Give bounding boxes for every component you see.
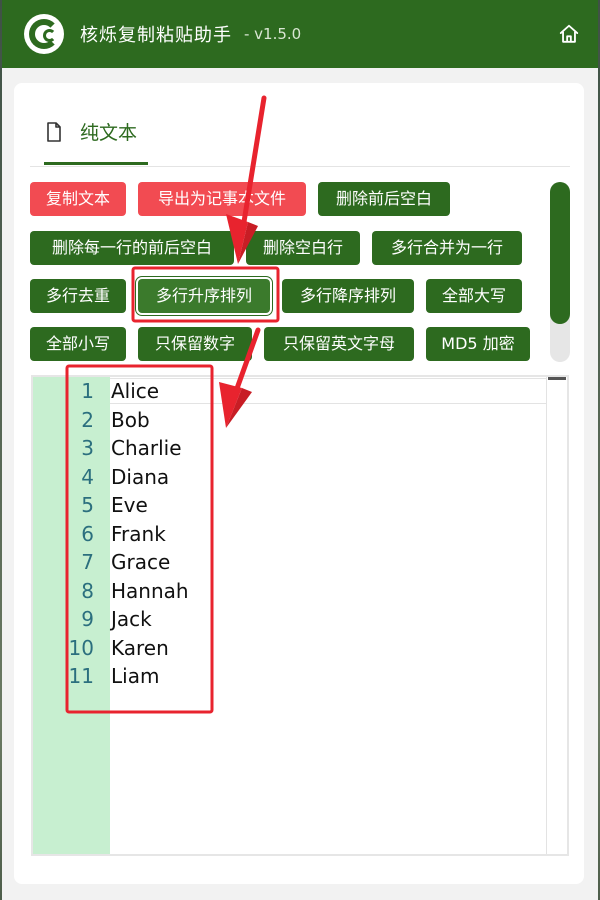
remove-blank-lines-button[interactable]: 删除空白行 [246, 231, 360, 265]
editor-line[interactable]: Diana [111, 463, 169, 491]
line-number: 11 [68, 664, 94, 688]
trim-each-line-button[interactable]: 删除每一行的前后空白 [30, 231, 234, 265]
active-tab-indicator [44, 162, 148, 165]
editor-line[interactable]: Charlie [111, 434, 182, 462]
line-number: 1 [81, 379, 94, 403]
line-number: 2 [81, 407, 94, 432]
line-number: 5 [81, 493, 94, 517]
export-notepad-button[interactable]: 导出为记事本文件 [138, 182, 306, 216]
tab-plain-text[interactable]: 纯文本 [30, 118, 137, 145]
app-title: 核烁复制粘贴助手 [80, 25, 232, 46]
current-line-highlight [110, 378, 566, 404]
sort-ascending-button[interactable]: 多行升序排列 [138, 279, 270, 313]
tab-label: 纯文本 [80, 122, 138, 144]
keep-digits-button[interactable]: 只保留数字 [138, 327, 252, 361]
dedupe-lines-button[interactable]: 多行去重 [30, 279, 126, 313]
line-number: 8 [81, 578, 94, 603]
editor-line[interactable]: Grace [111, 548, 170, 576]
editor-line[interactable]: Alice [111, 377, 159, 405]
document-icon [47, 121, 61, 142]
editor-line[interactable]: Bob [111, 406, 150, 434]
lowercase-button[interactable]: 全部小写 [30, 327, 126, 361]
copy-text-button[interactable]: 复制文本 [30, 182, 126, 216]
editor-scrollbar-thumb[interactable] [548, 377, 566, 380]
line-number: 7 [81, 550, 94, 574]
toolbar-scrollbar-thumb[interactable] [550, 182, 570, 324]
trim-whitespace-button[interactable]: 删除前后空白 [318, 182, 450, 216]
editor-scrollbar[interactable] [546, 377, 567, 854]
editor-line[interactable]: Liam [111, 662, 159, 690]
editor-line[interactable]: Eve [111, 491, 148, 519]
editor-line[interactable]: Jack [111, 605, 152, 633]
tab-divider [30, 166, 570, 167]
editor-line[interactable]: Frank [111, 520, 166, 548]
line-number: 6 [81, 521, 94, 546]
md5-encrypt-button[interactable]: MD5 加密 [426, 327, 530, 361]
editor-line[interactable]: Karen [111, 634, 169, 662]
cc-logo-icon [24, 14, 64, 54]
editor-line[interactable]: Hannah [111, 577, 189, 605]
home-icon[interactable] [558, 23, 580, 45]
sort-descending-button[interactable]: 多行降序排列 [282, 279, 414, 313]
title-bar: 核烁复制粘贴助手 - v1.5.0 [2, 0, 598, 68]
line-number: 10 [68, 635, 94, 660]
merge-lines-button[interactable]: 多行合并为一行 [372, 231, 522, 265]
keep-letters-button[interactable]: 只保留英文字母 [264, 327, 414, 361]
line-number: 4 [81, 464, 94, 489]
line-number: 9 [81, 607, 94, 631]
app-version: - v1.5.0 [244, 25, 302, 43]
uppercase-button[interactable]: 全部大写 [426, 279, 522, 313]
line-number: 3 [81, 436, 94, 460]
